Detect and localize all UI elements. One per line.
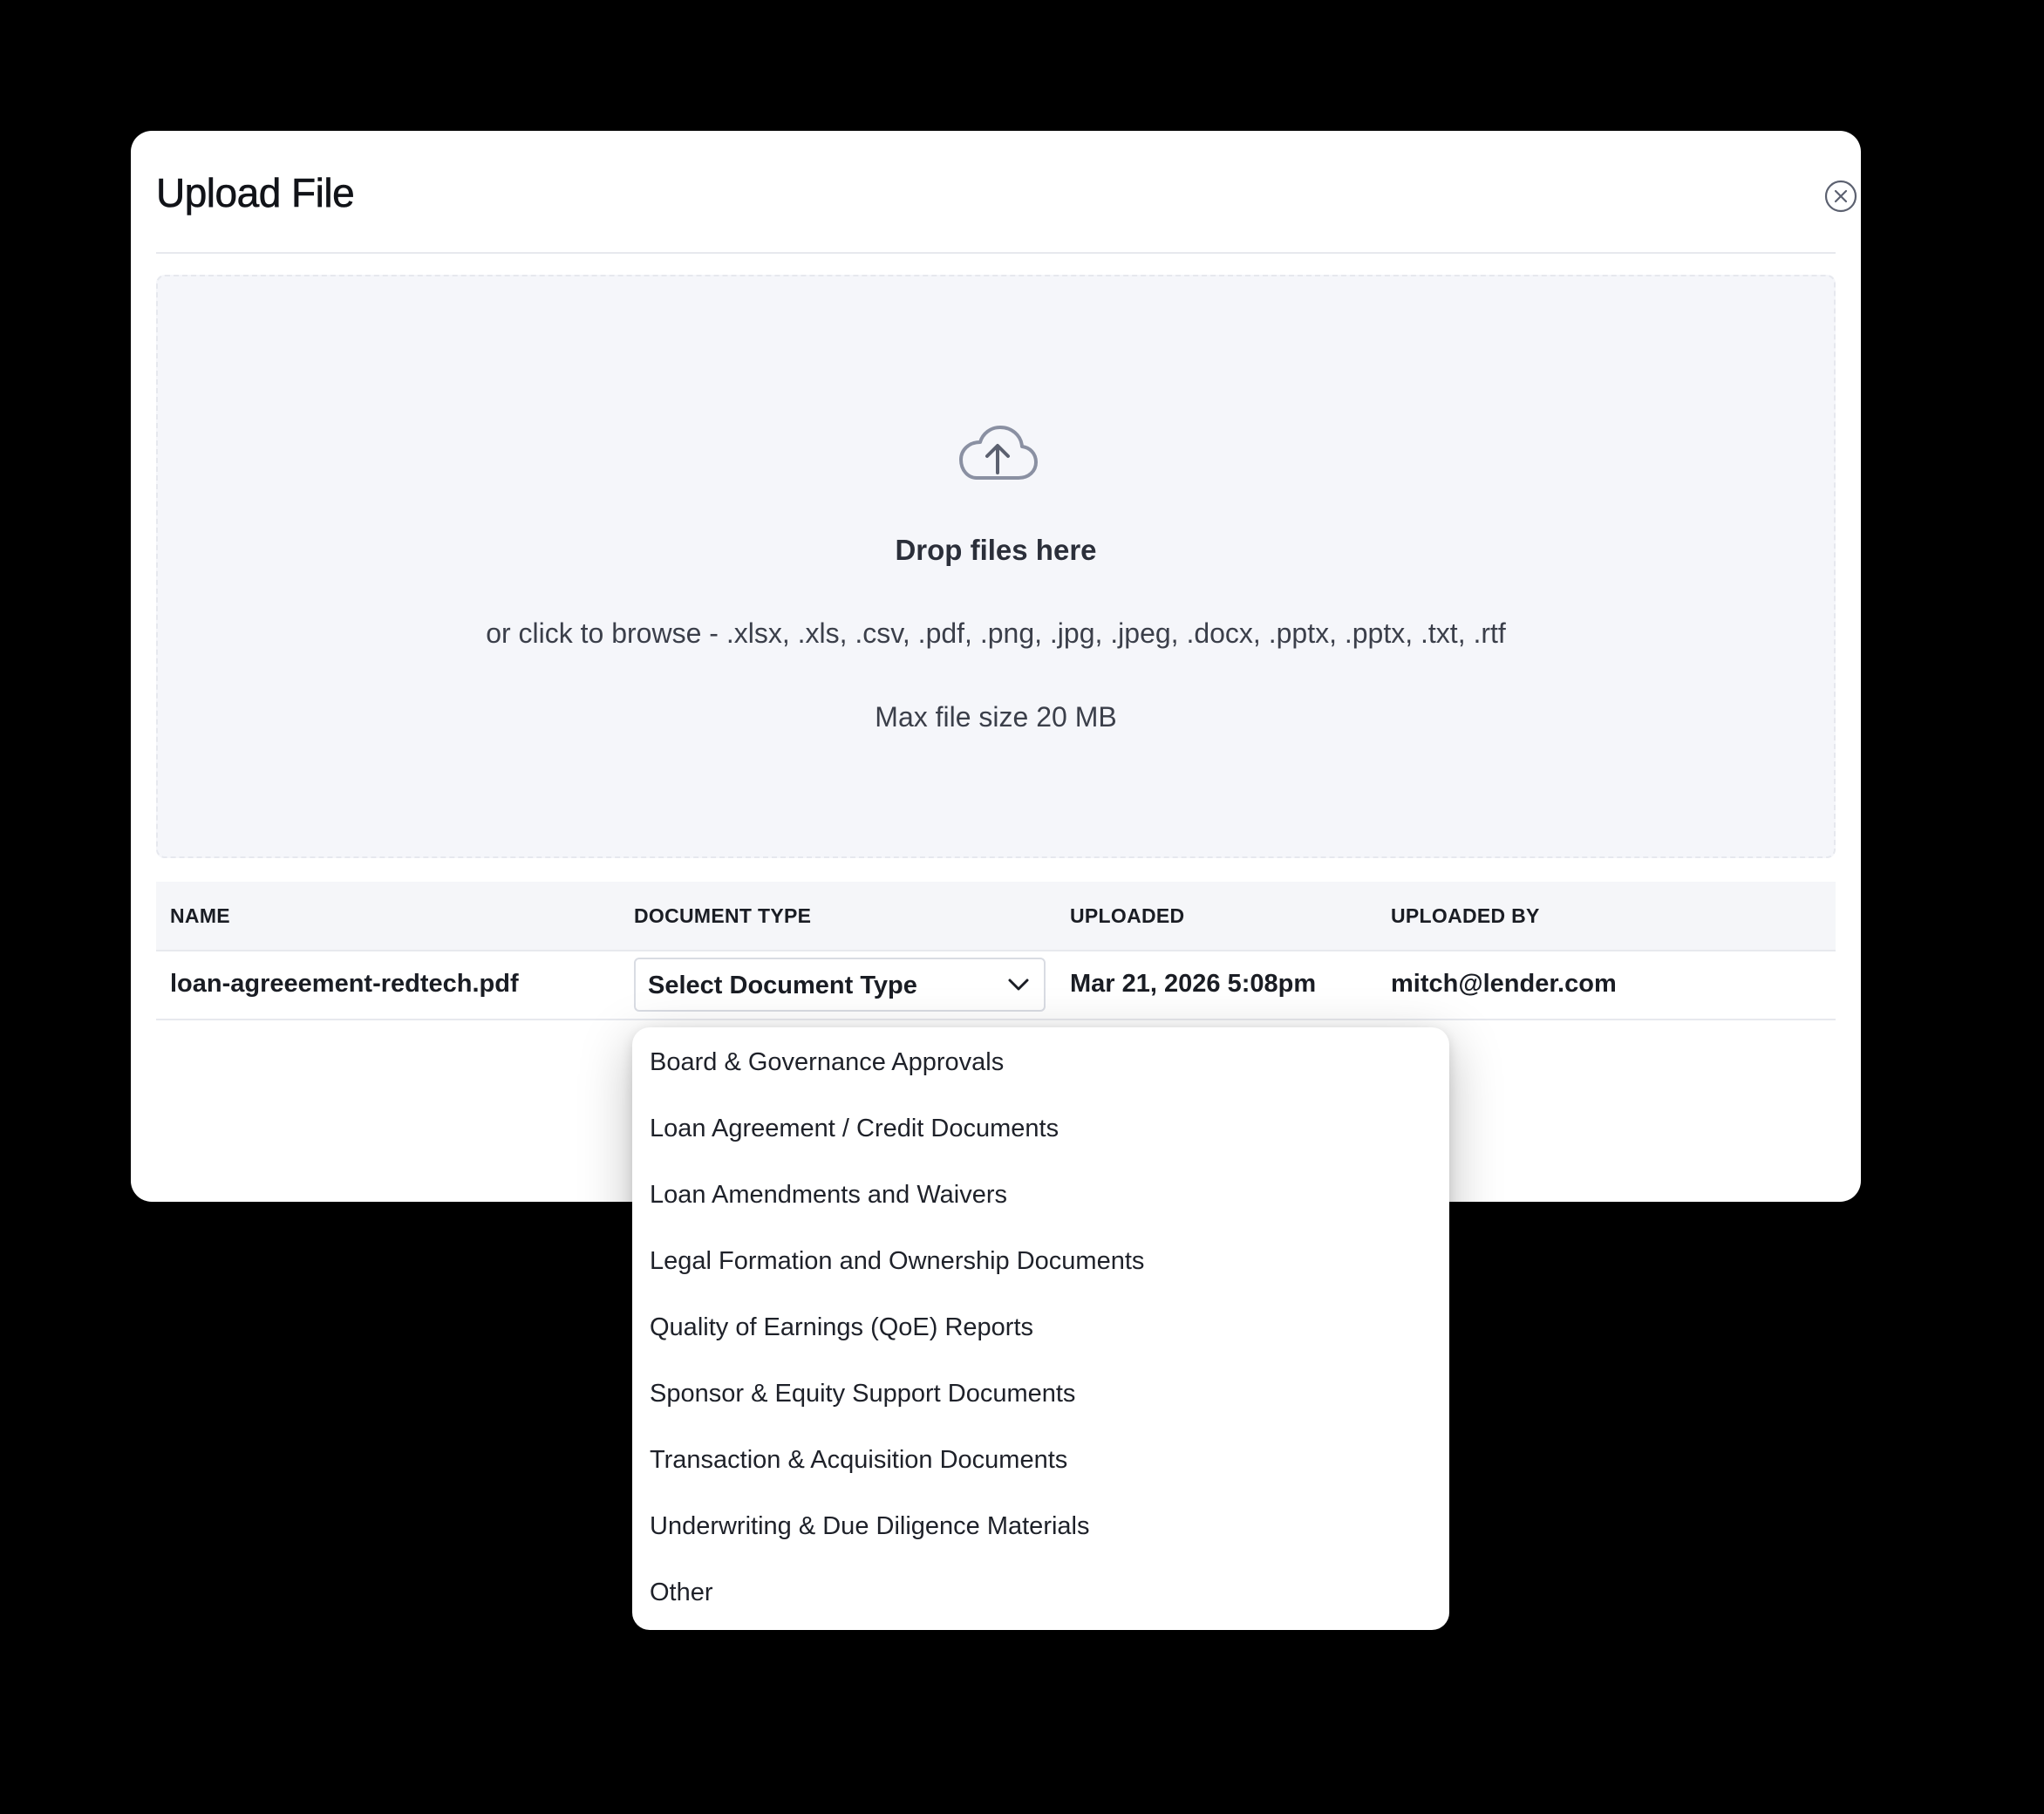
cloud-upload-icon bbox=[959, 426, 1038, 480]
dropzone-title: Drop files here bbox=[895, 534, 1097, 566]
dropdown-option-underwriting[interactable]: Underwriting & Due Diligence Materials bbox=[632, 1493, 1449, 1559]
table-header: NAME DOCUMENT TYPE UPLOADED UPLOADED BY bbox=[156, 882, 1836, 951]
dropdown-option-other[interactable]: Other bbox=[632, 1559, 1449, 1626]
dropzone-max-size: Max file size 20 MB bbox=[875, 701, 1117, 733]
dropdown-option-legal-formation[interactable]: Legal Formation and Ownership Documents bbox=[632, 1228, 1449, 1294]
close-button[interactable] bbox=[1824, 180, 1857, 213]
table-row: loan-agreeement-redtech.pdf Select Docum… bbox=[156, 951, 1836, 1020]
dropdown-option-loan-agreement[interactable]: Loan Agreement / Credit Documents bbox=[632, 1095, 1449, 1162]
modal-header: Upload File bbox=[156, 131, 1857, 254]
document-type-select[interactable]: Select Document Type bbox=[634, 958, 1046, 1012]
close-circle-icon bbox=[1824, 180, 1857, 213]
column-header-name: NAME bbox=[170, 904, 230, 927]
document-type-dropdown-menu: Board & Governance Approvals Loan Agreem… bbox=[632, 1027, 1449, 1630]
modal-title: Upload File bbox=[156, 170, 355, 215]
dropdown-option-sponsor-equity[interactable]: Sponsor & Equity Support Documents bbox=[632, 1360, 1449, 1427]
column-header-uploaded: UPLOADED bbox=[1070, 904, 1185, 927]
uploaded-date: Mar 21, 2026 5:08pm bbox=[1070, 970, 1317, 998]
dropdown-option-quality-of-earnings[interactable]: Quality of Earnings (QoE) Reports bbox=[632, 1294, 1449, 1360]
backdrop: Upload File Drop files here or click to … bbox=[0, 0, 2044, 1814]
dropzone-subtitle: or click to browse - .xlsx, .xls, .csv, … bbox=[486, 617, 1506, 649]
dropdown-option-transaction-acquisition[interactable]: Transaction & Acquisition Documents bbox=[632, 1427, 1449, 1493]
column-header-document-type: DOCUMENT TYPE bbox=[634, 904, 812, 927]
dropdown-option-loan-amendments[interactable]: Loan Amendments and Waivers bbox=[632, 1162, 1449, 1228]
uploaded-by: mitch@lender.com bbox=[1391, 970, 1617, 998]
file-name: loan-agreeement-redtech.pdf bbox=[170, 970, 519, 998]
chevron-down-icon bbox=[1008, 979, 1029, 991]
dropdown-option-board-governance[interactable]: Board & Governance Approvals bbox=[632, 1029, 1449, 1095]
column-header-uploaded-by: UPLOADED BY bbox=[1391, 904, 1540, 927]
document-type-select-value: Select Document Type bbox=[648, 972, 917, 999]
